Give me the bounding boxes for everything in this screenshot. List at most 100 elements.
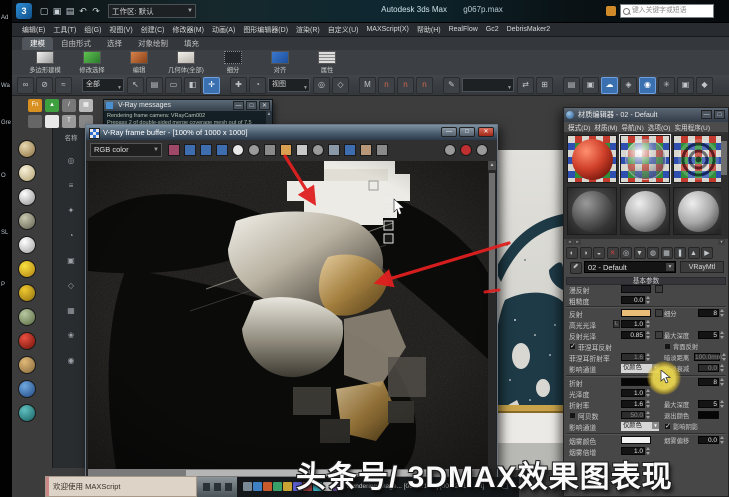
ribbon-tab[interactable]: 填充	[176, 37, 207, 50]
diffuse-swatch[interactable]	[621, 285, 651, 293]
open-file-icon[interactable]: ▣	[51, 4, 63, 18]
reflect-gloss-map-button[interactable]	[655, 331, 663, 339]
scrollbar-thumb[interactable]	[721, 141, 727, 175]
make-unique-icon[interactable]: ◎	[620, 246, 632, 259]
vray-frame-buffer-window[interactable]: V-Ray frame buffer - [100% of 1000 x 100…	[85, 124, 498, 493]
slots-scrollbar[interactable]	[721, 135, 727, 237]
bind-spacewarp-icon[interactable]: ≈	[55, 76, 72, 94]
desktop-icon-label[interactable]: O	[1, 173, 6, 179]
dim-falloff-field[interactable]: 0.0	[698, 364, 719, 372]
render-setup-icon[interactable]: ✳	[658, 76, 675, 94]
spinner[interactable]	[720, 378, 725, 386]
spinner[interactable]	[720, 331, 725, 339]
sample-slot-gray[interactable]	[620, 187, 670, 235]
menu-item[interactable]: DebrisMaker2	[503, 26, 555, 33]
refract-swatch[interactable]	[621, 378, 651, 386]
material-editor-icon[interactable]: ◉	[639, 76, 656, 94]
clear-image-icon[interactable]	[312, 144, 324, 156]
fresnel-ior-field[interactable]: 1.6	[621, 353, 645, 361]
shirt-icon[interactable]: T	[62, 115, 76, 128]
material-editor-titlebar[interactable]: 材质编辑器 - 02 - Default — □	[564, 108, 728, 122]
render-production-icon[interactable]: ◆	[696, 76, 713, 94]
spinner[interactable]	[646, 400, 651, 408]
green-channel-icon[interactable]	[200, 144, 212, 156]
spinner[interactable]	[646, 389, 651, 397]
mirror-arrows-icon[interactable]: ⇄	[517, 76, 534, 94]
load-image-icon[interactable]	[280, 144, 292, 156]
fog-bias-field[interactable]: 0.0	[698, 436, 719, 444]
taskbar-app-icon[interactable]	[253, 482, 262, 491]
utility-a-icon[interactable]	[28, 115, 42, 128]
infocenter-icon[interactable]	[606, 6, 616, 16]
affect-shadows-checkbox[interactable]	[664, 422, 671, 430]
scroll-up-icon[interactable]: ▲	[488, 161, 496, 170]
lock-icon[interactable]: L	[613, 320, 620, 328]
sample-slot-checker-red[interactable]	[567, 135, 617, 183]
taskbar-app-icon[interactable]	[263, 482, 272, 491]
reset-map-icon[interactable]: ✕	[606, 246, 619, 259]
gem-icon[interactable]	[18, 212, 36, 230]
reflect-gloss-field[interactable]: 0.85	[621, 331, 645, 339]
spinner[interactable]	[646, 353, 651, 361]
refr-max-depth-field[interactable]: 5	[698, 400, 719, 408]
sphere-white-icon[interactable]	[18, 188, 36, 206]
rollout-icon[interactable]	[18, 140, 36, 158]
selection-filter-dropdown[interactable]: 全部 ▼	[82, 78, 124, 92]
ribbon-tab[interactable]: 建模	[22, 37, 53, 50]
spinner[interactable]	[720, 436, 725, 444]
scene-display-icon[interactable]: ▣	[63, 256, 79, 265]
material-editor-menu-item[interactable]: 模式(D)	[568, 122, 590, 132]
window-crossing-icon[interactable]: ◧	[184, 76, 201, 94]
fn-toolbar-icon[interactable]: Fn	[28, 99, 42, 112]
ribbon-tab[interactable]: 自由形式	[53, 37, 99, 50]
fresnel-checkbox[interactable]	[569, 342, 576, 350]
scene-display-icon[interactable]: ◇	[63, 281, 79, 290]
menu-item[interactable]: 组(G)	[80, 25, 105, 35]
sample-slot-gray[interactable]	[673, 187, 723, 235]
affect-channels-dropdown[interactable]: 仅颜色 ▼	[621, 422, 659, 431]
show-end-result-icon[interactable]: ❚	[674, 246, 686, 259]
scene-display-icon[interactable]: ❀	[63, 331, 79, 340]
put-to-library-icon[interactable]: ▼	[633, 246, 646, 259]
reflect-swatch[interactable]	[621, 309, 651, 317]
ribbon-panel-button[interactable]: 对齐	[257, 51, 303, 74]
eyedropper-icon[interactable]	[570, 262, 582, 274]
minimize-icon[interactable]: —	[233, 101, 244, 110]
menu-item[interactable]: 修改器(M)	[168, 25, 208, 35]
taskbar-app-icon[interactable]	[273, 482, 282, 491]
material-name-dropdown[interactable]: 02 - Default ▼	[584, 261, 676, 273]
exit-color-swatch[interactable]	[698, 411, 719, 419]
ribbon-tab[interactable]: 对象绘制	[130, 37, 176, 50]
material-type-button[interactable]: VRayMtl	[680, 261, 724, 273]
spinner[interactable]	[646, 320, 651, 328]
menu-item[interactable]: 动画(A)	[208, 25, 239, 35]
ribbon-panel-button[interactable]: 编辑	[116, 51, 162, 74]
scene-display-icon[interactable]: ◔	[63, 231, 79, 240]
maximize-icon[interactable]: □	[714, 110, 725, 119]
ior-field[interactable]: 1.6	[621, 400, 645, 408]
grid-helper-icon[interactable]: ▦	[79, 99, 93, 112]
desktop-icon-label[interactable]: Ad	[1, 15, 8, 21]
play-script-icon[interactable]: ▲	[45, 99, 59, 112]
material-editor-window[interactable]: 材质编辑器 - 02 - Default — □ 模式(D) 材质(M) 导航(N)…	[563, 107, 729, 497]
material-editor-menu-item[interactable]: 导航(N)	[621, 122, 643, 132]
taskbar-app-icon[interactable]	[243, 482, 252, 491]
align-icon[interactable]: ⊞	[536, 76, 553, 94]
select-manipulate-icon[interactable]: ◇	[332, 76, 349, 94]
pencil-icon[interactable]: ✎	[443, 76, 460, 94]
scene-display-icon[interactable]: ◎	[63, 156, 79, 165]
monochrome-icon[interactable]	[248, 144, 260, 156]
ribbon-panel-button[interactable]: 修改选择	[69, 51, 115, 74]
scene-display-icon[interactable]: ▦	[63, 306, 79, 315]
select-object-icon[interactable]: ↖	[127, 76, 144, 94]
subdivs-field[interactable]: 8	[698, 309, 719, 317]
menu-item[interactable]: 工具(T)	[49, 25, 80, 35]
channel-dropdown[interactable]: RGB color ▼	[90, 143, 162, 157]
desktop-icon-label[interactable]: P	[1, 282, 5, 288]
castle-icon[interactable]	[18, 356, 36, 374]
menu-item[interactable]: 编辑(E)	[18, 25, 49, 35]
desktop-icon-label[interactable]: SL	[1, 230, 8, 236]
menu-item[interactable]: Gc2	[482, 26, 503, 33]
search-input[interactable]: 键入关键字或短语	[620, 4, 714, 18]
hilight-gloss-field[interactable]: 1.0	[621, 320, 645, 328]
